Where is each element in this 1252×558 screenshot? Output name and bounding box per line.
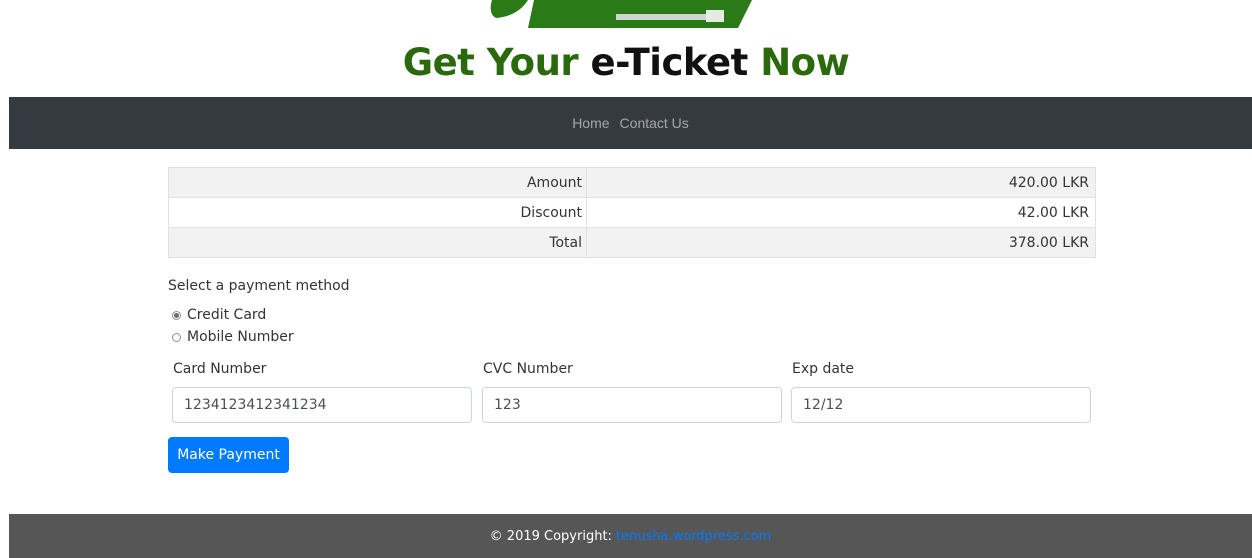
table-row: Total 378.00 LKR bbox=[168, 227, 1096, 258]
exp-date-label: Exp date bbox=[792, 361, 855, 377]
mobile-number-label: Mobile Number bbox=[187, 329, 294, 345]
make-payment-button[interactable]: Make Payment bbox=[168, 437, 289, 473]
footer: © 2019 Copyright: tenusha.wordpress.com bbox=[9, 514, 1252, 558]
credit-card-label: Credit Card bbox=[187, 307, 267, 323]
total-value: 378.00 LKR bbox=[586, 227, 1096, 258]
discount-label: Discount bbox=[168, 197, 587, 228]
credit-card-option[interactable]: Credit Card bbox=[172, 307, 266, 323]
mobile-number-option[interactable]: Mobile Number bbox=[172, 329, 294, 345]
cvc-number-input[interactable] bbox=[482, 387, 782, 423]
nav-contact-us-link[interactable]: Contact Us bbox=[620, 115, 689, 131]
credit-card-radio[interactable] bbox=[172, 310, 181, 320]
amount-value: 420.00 LKR bbox=[586, 167, 1096, 198]
exp-date-input[interactable] bbox=[791, 387, 1091, 423]
title-part-3: Now bbox=[760, 41, 850, 84]
title-part-2: e-Ticket bbox=[590, 41, 749, 84]
card-number-input[interactable] bbox=[172, 387, 472, 423]
total-label: Total bbox=[168, 227, 587, 258]
title-part-1: Get Your bbox=[402, 41, 579, 84]
table-row: Discount 42.00 LKR bbox=[168, 197, 1096, 228]
footer-link[interactable]: tenusha.wordpress.com bbox=[616, 529, 771, 544]
page-title: Get Your e-Ticket Now bbox=[0, 40, 1252, 86]
discount-value: 42.00 LKR bbox=[586, 197, 1096, 228]
card-number-label: Card Number bbox=[173, 361, 267, 377]
copyright-text: © 2019 Copyright: bbox=[489, 528, 612, 544]
mobile-number-radio[interactable] bbox=[172, 332, 181, 342]
payment-summary-table: Amount 420.00 LKR Discount 42.00 LKR Tot… bbox=[168, 167, 1096, 258]
ticket-logo-image bbox=[490, 0, 752, 28]
top-navbar: Home Contact Us bbox=[9, 97, 1252, 149]
nav-home-link[interactable]: Home bbox=[572, 115, 609, 131]
amount-label: Amount bbox=[168, 167, 587, 198]
table-row: Amount 420.00 LKR bbox=[168, 167, 1096, 198]
cvc-number-label: CVC Number bbox=[483, 361, 573, 377]
payment-method-prompt: Select a payment method bbox=[168, 278, 350, 294]
